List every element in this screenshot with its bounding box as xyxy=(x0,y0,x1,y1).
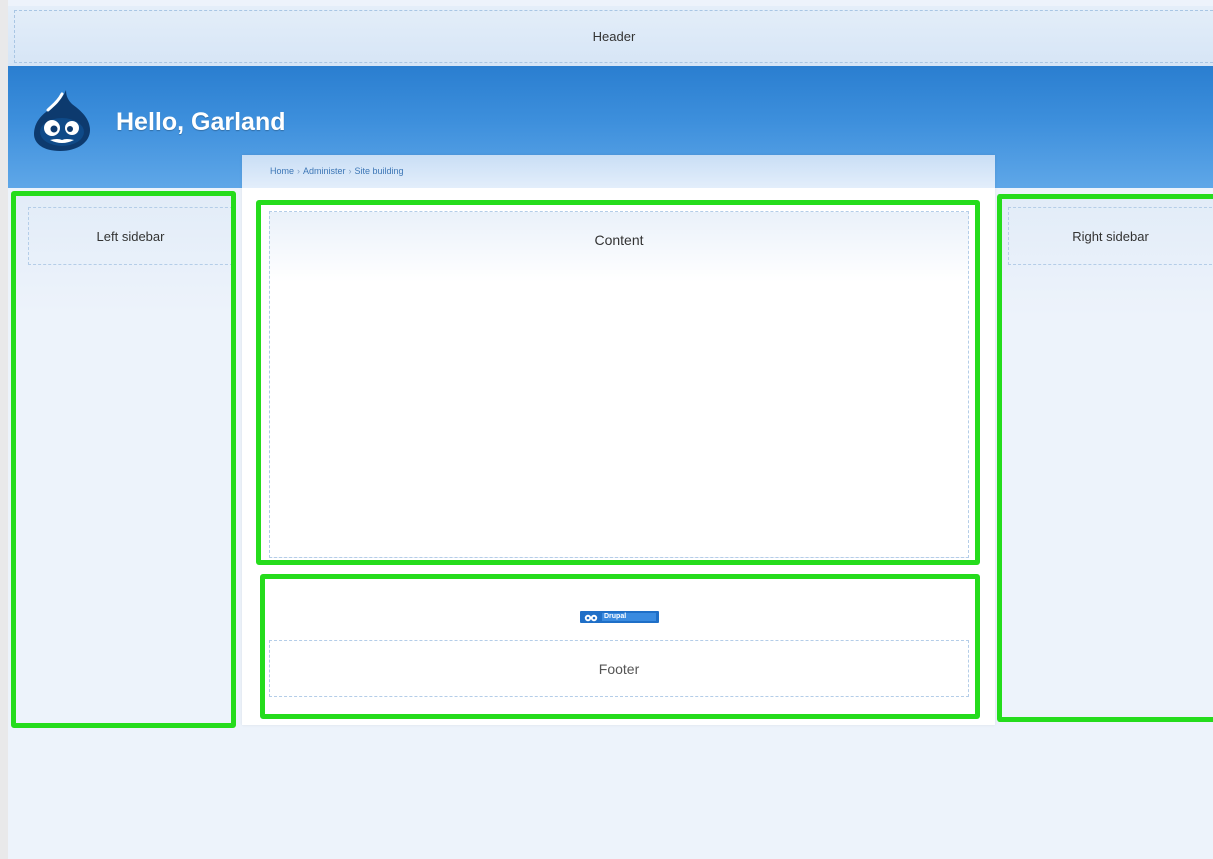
content-highlight xyxy=(256,200,980,565)
left-sidebar-highlight xyxy=(11,191,236,728)
breadcrumb-item-home[interactable]: Home xyxy=(270,166,294,176)
site-title[interactable]: Hello, Garland xyxy=(116,108,285,137)
header-region: Header xyxy=(8,6,1213,66)
breadcrumb-item-site-building[interactable]: Site building xyxy=(355,166,404,176)
breadcrumb: Home › Administer › Site building xyxy=(270,166,404,176)
header-region-label: Header xyxy=(14,10,1213,63)
breadcrumb-separator: › xyxy=(348,166,352,176)
footer-highlight xyxy=(260,574,980,719)
drupal-drop-logo-icon[interactable] xyxy=(32,88,92,152)
breadcrumb-separator: › xyxy=(297,166,301,176)
right-sidebar-highlight xyxy=(997,194,1213,722)
breadcrumb-item-administer[interactable]: Administer xyxy=(303,166,346,176)
